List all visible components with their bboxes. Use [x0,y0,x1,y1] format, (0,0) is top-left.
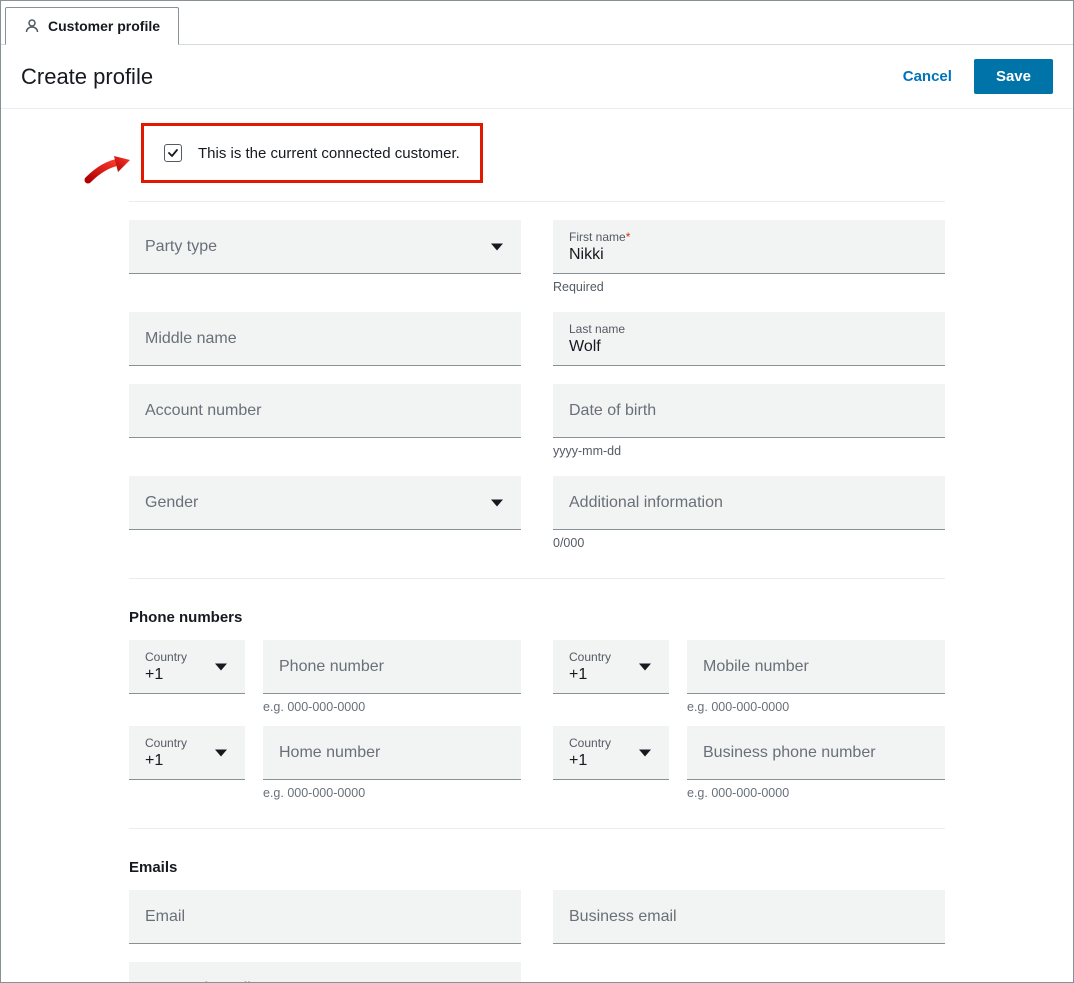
save-button[interactable]: Save [974,59,1053,94]
phone-row-2: Country +1 Home number e.g. 000-000-0000… [129,726,945,800]
tab-bar: Customer profile [1,1,1073,45]
party-type-select[interactable]: Party type [129,220,521,274]
email-input[interactable]: Email [129,890,521,944]
home-number-field: Country +1 Home number e.g. 000-000-0000 [129,726,521,800]
account-number-field: Account number [129,384,521,458]
connected-customer-label: This is the current connected customer. [198,145,460,162]
home-placeholder: Home number [279,744,505,762]
business-email-placeholder: Business email [569,908,929,926]
tab-label: Customer profile [48,18,160,34]
header-actions: Cancel Save [903,59,1053,94]
middle-name-placeholder: Middle name [145,330,505,348]
middle-name-input[interactable]: Middle name [129,312,521,366]
additional-info-field: Additional information 0/000 [553,476,945,550]
mobile-number-input[interactable]: Mobile number [687,640,945,694]
business-number-field: Country +1 Business phone number e.g. 00… [553,726,945,800]
dob-input[interactable]: Date of birth [553,384,945,438]
phone-number-field: Country +1 Phone number e.g. 000-000-000… [129,640,521,714]
personal-email-placeholder: Personal email [145,980,505,983]
additional-info-input[interactable]: Additional information [553,476,945,530]
chevron-down-icon [215,663,227,670]
additional-info-placeholder: Additional information [569,494,929,512]
empty-cell [553,962,945,983]
last-name-input[interactable]: Last name [553,312,945,366]
home-country-select[interactable]: Country +1 [129,726,245,780]
page-title: Create profile [21,64,153,90]
person-icon [24,18,40,34]
country-label: Country [145,736,229,750]
last-name-field: Last name [553,312,945,366]
business-country-select[interactable]: Country +1 [553,726,669,780]
first-name-label: First name* [569,230,929,244]
chevron-down-icon [639,749,651,756]
chevron-down-icon [491,243,503,250]
phone-country-select[interactable]: Country +1 [129,640,245,694]
business-email-field: Business email [553,890,945,944]
first-name-value[interactable] [569,246,929,264]
phone-section-title: Phone numbers [129,579,945,640]
country-label: Country [569,650,653,664]
first-name-input[interactable]: First name* [553,220,945,274]
email-field: Email [129,890,521,944]
chevron-down-icon [491,499,503,506]
business-email-input[interactable]: Business email [553,890,945,944]
dob-placeholder: Date of birth [569,402,929,420]
account-number-input[interactable]: Account number [129,384,521,438]
business-placeholder: Business phone number [703,744,929,762]
mobile-helper: e.g. 000-000-0000 [687,700,945,714]
party-type-placeholder: Party type [145,238,505,256]
email-placeholder: Email [145,908,505,926]
additional-info-helper: 0/000 [553,536,945,550]
divider [129,201,945,202]
mobile-country-select[interactable]: Country +1 [553,640,669,694]
first-name-field: First name* Required [553,220,945,294]
gender-placeholder: Gender [145,494,505,512]
mobile-number-field: Country +1 Mobile number e.g. 000-000-00… [553,640,945,714]
country-label: Country [145,650,229,664]
identity-grid: Party type First name* Required Middle n… [129,220,945,550]
app-frame: Customer profile Create profile Cancel S… [0,0,1074,983]
middle-name-field: Middle name [129,312,521,366]
business-helper: e.g. 000-000-0000 [687,786,945,800]
phone-placeholder: Phone number [279,658,505,676]
form-content: This is the current connected customer. … [1,109,1073,983]
connected-customer-checkbox[interactable] [164,144,182,162]
country-label: Country [569,736,653,750]
gender-field: Gender [129,476,521,550]
home-helper: e.g. 000-000-0000 [263,786,521,800]
connected-customer-highlight: This is the current connected customer. [141,123,483,183]
dob-field: Date of birth yyyy-mm-dd [553,384,945,458]
last-name-label: Last name [569,322,929,336]
page-header: Create profile Cancel Save [1,45,1073,109]
gender-select[interactable]: Gender [129,476,521,530]
mobile-placeholder: Mobile number [703,658,929,676]
personal-email-field: Personal email [129,962,521,983]
home-number-input[interactable]: Home number [263,726,521,780]
first-name-helper: Required [553,280,945,294]
cancel-button[interactable]: Cancel [903,68,952,85]
phone-row-1: Country +1 Phone number e.g. 000-000-000… [129,640,945,714]
personal-email-input[interactable]: Personal email [129,962,521,983]
dob-helper: yyyy-mm-dd [553,444,945,458]
chevron-down-icon [639,663,651,670]
email-grid: Email Business email Personal email [129,890,945,983]
phone-number-input[interactable]: Phone number [263,640,521,694]
tab-customer-profile[interactable]: Customer profile [5,7,179,45]
party-type-field: Party type [129,220,521,294]
email-section-title: Emails [129,829,945,890]
chevron-down-icon [215,749,227,756]
callout-arrow-icon [84,154,134,184]
last-name-value[interactable] [569,338,929,356]
check-icon [167,147,179,159]
phone-helper: e.g. 000-000-0000 [263,700,521,714]
business-number-input[interactable]: Business phone number [687,726,945,780]
account-number-placeholder: Account number [145,402,505,420]
